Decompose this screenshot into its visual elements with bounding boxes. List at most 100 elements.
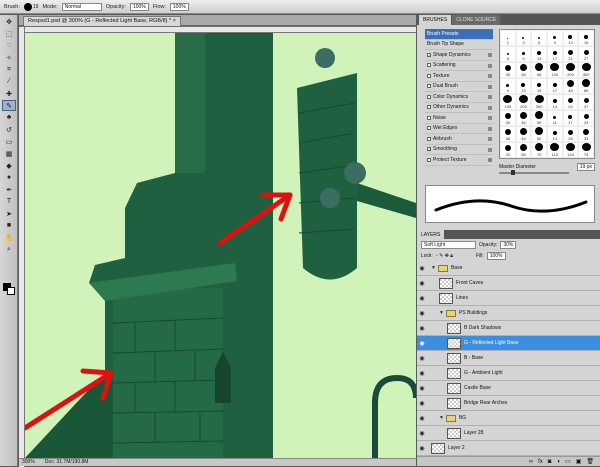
brush-option-item[interactable]: Airbrush [425,134,493,145]
brush-preset[interactable]: 9 [547,30,563,46]
brush-preset[interactable]: 44 [515,126,532,142]
brush-option-item[interactable]: Color Dynamics [425,92,493,103]
lock-icon[interactable] [488,158,492,162]
brush-option-item[interactable]: Noise [425,113,493,124]
brush-preset[interactable]: 5 [500,46,516,62]
history-brush-icon[interactable]: ↺ [2,124,16,135]
brush-option-item[interactable]: ✓ Shape Dynamics [425,50,493,61]
tab-brushes[interactable]: BRUSHES [419,15,452,25]
pen-icon[interactable]: ✒ [2,184,16,195]
document-tab[interactable]: Respsd1.psd @ 300% (G - Reflected Light … [23,16,181,26]
lock-icon[interactable] [488,147,492,152]
brush-preset[interactable]: 9 [515,46,532,62]
tab-clone-source[interactable]: CLONE SOURCE [452,15,501,25]
brush-preset[interactable]: 17 [562,110,579,126]
checkbox[interactable] [427,84,431,89]
marquee-icon[interactable]: ⬚ [2,28,16,39]
brush-preset[interactable]: 65 [531,62,547,78]
layer-row[interactable]: ◉ Layer 2 [417,441,600,456]
brush-preset[interactable]: 35 [500,62,516,78]
brush-icon[interactable]: ✎ [2,100,16,111]
brush-preset[interactable]: 134 [562,142,579,158]
link-icon[interactable]: ∞ [529,459,533,465]
group-expand-icon[interactable]: ▼ [439,310,444,316]
brush-preset[interactable]: 9 [500,78,516,94]
visibility-eye-icon[interactable]: ◉ [417,415,427,422]
path-select-icon[interactable]: ➤ [2,208,16,219]
lock-icon[interactable] [488,84,492,89]
brush-option-item[interactable]: Dual Brush [425,82,493,92]
checkbox[interactable] [427,115,431,120]
brush-preset[interactable]: 5 [531,30,547,46]
brush-preset[interactable]: 11 [547,110,563,126]
layer-group-row[interactable]: ◉ ▼ Base [417,261,600,276]
healing-icon[interactable]: ✚ [2,88,16,99]
mode-select[interactable]: Normal [61,2,102,11]
brush-preset[interactable]: 27 [578,46,594,62]
brush-preset[interactable]: 19 [531,78,547,94]
tab-layers[interactable]: LAYERS [417,230,445,239]
layer-row[interactable]: ◉ B Dark Shadows [417,321,600,336]
opacity-input[interactable]: 100% [129,2,149,11]
brush-preset[interactable]: 112 [547,142,563,158]
visibility-eye-icon[interactable]: ◉ [417,355,427,362]
trash-icon[interactable]: 🗑︎ [586,458,594,465]
hand-icon[interactable]: ✋ [2,232,16,243]
brush-preset[interactable]: 21 [562,46,579,62]
brush-preset[interactable]: 13 [531,46,547,62]
eraser-icon[interactable]: ▭ [2,136,16,147]
brush-option-item[interactable]: Protect Texture [425,155,493,166]
lock-icon[interactable] [488,95,492,99]
lock-icon[interactable] [488,116,492,120]
brush-preset[interactable]: 100 [547,62,563,78]
brush-preset[interactable]: 70 [531,142,547,158]
visibility-eye-icon[interactable]: ◉ [417,430,427,437]
close-icon[interactable]: × [173,18,176,24]
brush-preset[interactable]: 19 [578,30,594,46]
brush-preset[interactable]: 39 [500,110,516,126]
brush-option-item[interactable]: Wet Edges [425,124,493,134]
layer-row[interactable]: ◉ Castle Base [417,381,600,396]
brush-preset[interactable]: 1 [500,30,516,46]
visibility-eye-icon[interactable]: ◉ [417,310,427,317]
brush-preset[interactable]: 200 [562,62,579,78]
brush-preset[interactable]: 46 [515,110,532,126]
checkbox[interactable]: ✓ [427,52,431,57]
mask-icon[interactable]: ◙ [548,459,552,465]
brush-option-item[interactable]: Texture [425,71,493,82]
brush-preset[interactable]: 13 [515,78,532,94]
brush-preset[interactable]: 17 [547,78,563,94]
brush-preset[interactable]: 300 [531,94,547,110]
brush-preset[interactable]: 26 [562,126,579,142]
brush-option-item[interactable]: Brush Presets [425,29,493,40]
brush-preset[interactable]: 55 [515,142,532,158]
dodge-icon[interactable]: ● [2,172,16,183]
artwork-canvas[interactable] [25,33,416,458]
layer-opacity-input[interactable]: 30% [500,240,517,249]
fx-icon[interactable]: fx [538,459,543,465]
brush-preset[interactable]: 3 [515,30,532,46]
zoom-icon[interactable]: ⌕ [2,244,16,255]
brush-preset[interactable]: 14 [547,126,563,142]
lasso-icon[interactable]: ◌ [2,40,16,51]
visibility-eye-icon[interactable]: ◉ [417,295,427,302]
brush-option-item[interactable]: Scattering [425,61,493,71]
crop-icon[interactable]: ⌗ [2,64,16,75]
checkbox[interactable] [427,63,431,68]
layer-row[interactable]: ◉ G - Ambient Light [417,366,600,381]
adjustment-icon[interactable]: ◑ [556,459,560,465]
quick-select-icon[interactable]: ✧ [2,52,16,63]
layer-row[interactable]: ◉ Layer 28 [417,426,600,441]
checkbox[interactable] [427,136,431,141]
brush-preset[interactable]: 24 [562,94,579,110]
blend-mode-select[interactable]: Soft Light [421,240,476,249]
brush-preset[interactable]: 27 [578,94,594,110]
type-icon[interactable]: T [2,196,16,207]
slider-knob[interactable] [511,170,515,175]
master-diameter-input[interactable]: 19 px [576,163,595,171]
brush-option-item[interactable]: ✓ Smoothing [425,145,493,155]
brush-preset[interactable]: 23 [578,110,594,126]
new-group-icon[interactable]: ▭ [565,458,571,465]
brush-preset[interactable]: 200 [515,94,532,110]
brush-preset[interactable]: 13 [562,30,579,46]
